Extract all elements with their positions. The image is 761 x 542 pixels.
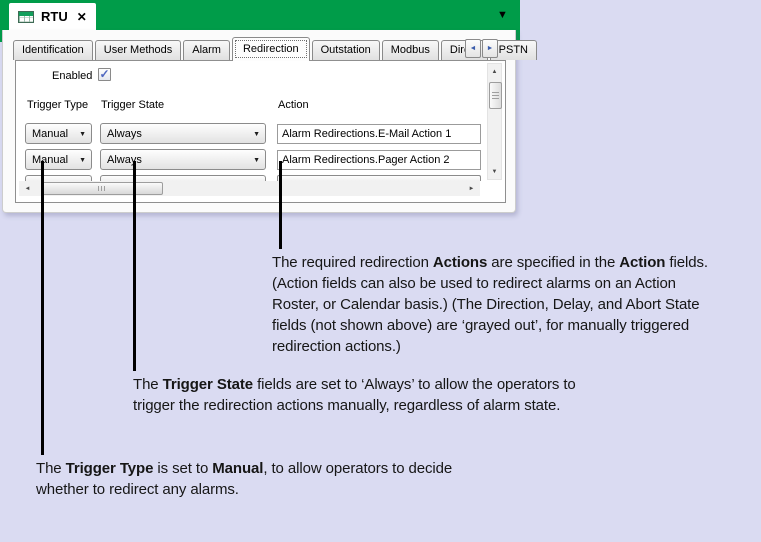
chevron-down-icon: ▼ (253, 157, 260, 164)
tab-scroll-buttons: ◄ ► (465, 39, 498, 58)
close-icon[interactable]: ✕ (77, 11, 87, 23)
scroll-down-button[interactable]: ▼ (488, 165, 501, 178)
tab-identification[interactable]: Identification (13, 40, 93, 60)
enabled-label: Enabled (52, 70, 92, 82)
dropdown-value: Manual (32, 128, 68, 140)
tab-modbus[interactable]: Modbus (382, 40, 439, 60)
enabled-checkbox[interactable]: ✓ (98, 68, 111, 81)
callout-line-trigger-state (133, 161, 136, 371)
tab-outstation[interactable]: Outstation (312, 40, 380, 60)
annotation-action: The required redirection Actions are spe… (272, 252, 708, 357)
action-field-row2[interactable]: Alarm Redirections.Pager Action 2 (277, 150, 481, 170)
dropdown-value: Manual (32, 154, 68, 166)
arrow-left-icon: ◄ (25, 186, 31, 192)
trigger-type-dropdown-row1[interactable]: Manual ▼ (25, 123, 92, 144)
chevron-down-icon: ▼ (253, 131, 260, 138)
check-icon: ✓ (99, 67, 109, 81)
callout-line-trigger-type (41, 161, 44, 455)
redirection-tab-panel: Enabled ✓ Trigger Type Trigger State Act… (15, 60, 506, 203)
arrow-down-icon: ▼ (492, 169, 498, 175)
scroll-left-button[interactable]: ◄ (21, 182, 34, 195)
chevron-down-icon: ▼ (79, 157, 86, 164)
document-tab-label: RTU (41, 9, 68, 24)
scroll-up-button[interactable]: ▲ (488, 65, 501, 78)
arrow-right-icon: ► (469, 186, 475, 192)
rtu-editor-window: Identification User Methods Alarm Redire… (2, 30, 516, 213)
tab-alarm[interactable]: Alarm (183, 40, 230, 60)
annotation-trigger-state: The Trigger State fields are set to ‘Alw… (133, 374, 576, 416)
tab-scroll-right-button[interactable]: ► (482, 39, 498, 58)
chevron-down-icon[interactable]: ▼ (497, 10, 508, 21)
chevron-down-icon: ▼ (79, 131, 86, 138)
annotation-trigger-type: The Trigger Type is set to Manual, to al… (36, 458, 452, 500)
arrow-right-icon: ► (487, 45, 494, 52)
horizontal-scrollbar-thumb[interactable] (41, 182, 163, 195)
dropdown-value: Always (107, 154, 142, 166)
tab-redirection[interactable]: Redirection (232, 37, 310, 61)
trigger-type-dropdown-row2[interactable]: Manual ▼ (25, 149, 92, 170)
column-header-action: Action (278, 99, 309, 111)
column-header-trigger-type: Trigger Type (27, 99, 88, 111)
column-header-trigger-state: Trigger State (101, 99, 164, 111)
document-tab-rtu[interactable]: RTU ✕ (9, 3, 96, 30)
scroll-right-button[interactable]: ► (465, 182, 478, 195)
rtu-grid-icon (18, 11, 34, 23)
arrow-left-icon: ◄ (470, 45, 477, 52)
tab-bar: Identification User Methods Alarm Redire… (13, 38, 539, 60)
arrow-up-icon: ▲ (492, 69, 498, 75)
trigger-state-dropdown-row2[interactable]: Always ▼ (100, 149, 266, 170)
tab-scroll-left-button[interactable]: ◄ (465, 39, 481, 58)
horizontal-scrollbar[interactable]: ◄ ► (19, 181, 480, 196)
dropdown-value: Always (107, 128, 142, 140)
callout-line-action (279, 161, 282, 249)
vertical-scrollbar[interactable]: ▲ ▼ (487, 63, 502, 180)
trigger-state-dropdown-row1[interactable]: Always ▼ (100, 123, 266, 144)
tab-user-methods[interactable]: User Methods (95, 40, 181, 60)
action-field-row1[interactable]: Alarm Redirections.E-Mail Action 1 (277, 124, 481, 144)
vertical-scrollbar-thumb[interactable] (489, 82, 502, 109)
